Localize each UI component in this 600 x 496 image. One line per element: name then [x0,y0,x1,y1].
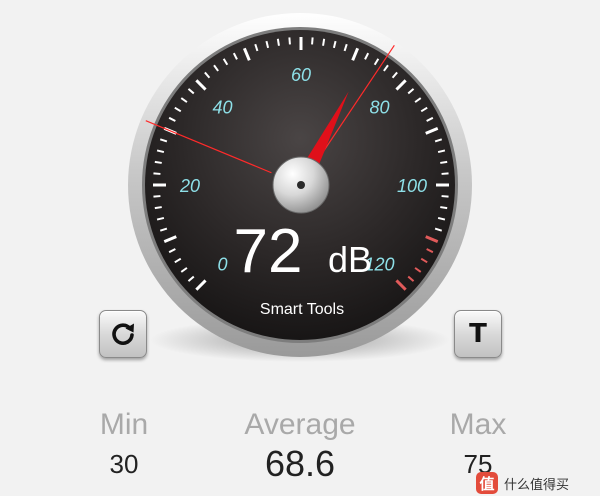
minor-tick [154,206,162,210]
sound-level-gauge: 020406080100120 72 dB Smart Tools [128,13,472,362]
scale-label: 60 [291,65,311,85]
t-button[interactable]: T [454,310,502,358]
watermark: 值 什么值得买 [476,470,596,496]
minor-tick [441,195,449,198]
scale-label: 80 [369,98,389,118]
watermark-text: 什么值得买 [504,477,570,493]
scale-label: 0 [218,254,228,274]
brand-label: Smart Tools [260,301,344,318]
minor-tick [441,172,449,175]
minor-tick [322,38,326,46]
refresh-icon [112,323,134,345]
scale-label: 40 [212,98,232,118]
minor-tick [311,37,314,45]
watermark-icon: 值 [476,472,498,494]
minor-tick [440,160,448,164]
average-stat: Average 68.6 [200,410,400,482]
t-button-label: T [469,319,487,349]
scale-label: 100 [397,176,427,196]
minor-tick [153,195,161,198]
minor-tick [440,206,448,210]
needle-hub-pin [297,181,305,189]
minor-tick [154,160,162,164]
scale-label: 20 [179,176,200,196]
average-value: 68.6 [264,443,336,484]
min-label: Min [99,408,149,441]
min-stat: Min 30 [64,408,184,479]
minor-tick [153,172,161,175]
reading-unit: dB [328,239,372,280]
average-label: Average [244,408,356,441]
max-label: Max [449,408,507,441]
reading-value: 72 [234,217,303,286]
reset-button[interactable] [99,310,147,358]
max-stat: Max 75 [418,408,538,478]
min-value: 30 [109,449,139,479]
minor-tick [288,37,291,45]
minor-tick [276,38,280,46]
